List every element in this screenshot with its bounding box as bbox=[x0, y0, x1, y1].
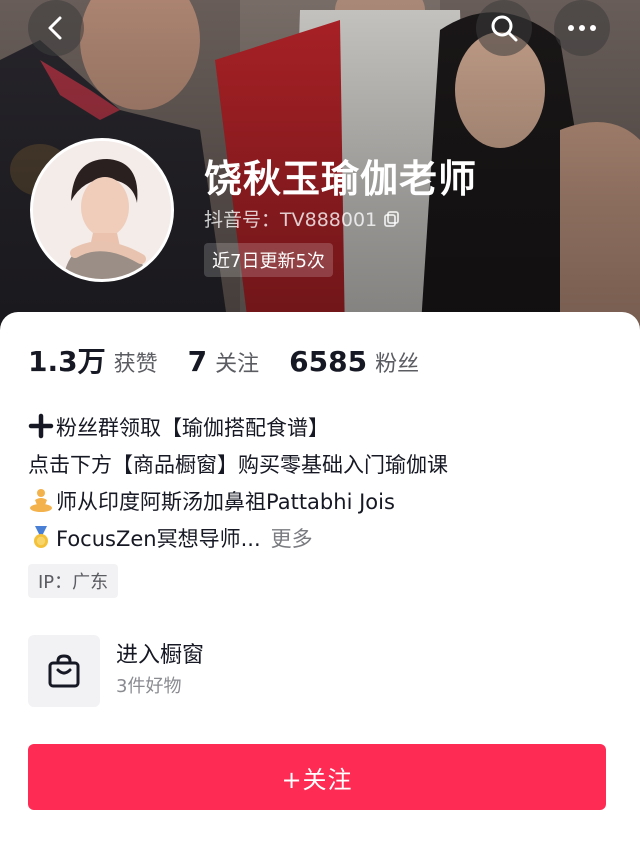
ip-location-tag: IP：广东 bbox=[28, 564, 119, 598]
bio-text: 粉丝群领取【瑜伽搭配食谱】 bbox=[56, 416, 329, 440]
search-icon bbox=[491, 15, 518, 42]
shop-window-entry[interactable]: 进入橱窗 3件好物 bbox=[28, 634, 428, 708]
stat-value: 1.3万 bbox=[28, 345, 106, 378]
bio-more-link[interactable]: 更多 bbox=[271, 527, 313, 551]
stats-row: 1.3万 获赞 7 关注 6585 粉丝 bbox=[28, 340, 449, 380]
stat-following[interactable]: 7 关注 bbox=[188, 345, 260, 378]
bio-text: FocusZen冥想导师... bbox=[56, 527, 261, 551]
douyin-id-row[interactable]: 抖音号：TV888001 bbox=[204, 205, 401, 232]
stat-label: 粉丝 bbox=[375, 352, 420, 377]
stat-value: 7 bbox=[187, 345, 208, 378]
stat-likes[interactable]: 1.3万 获赞 bbox=[28, 340, 158, 380]
more-button[interactable] bbox=[554, 0, 610, 56]
bio-line: 点击下方【商品橱窗】购买零基础入门瑜伽课 bbox=[28, 447, 618, 484]
back-button[interactable] bbox=[28, 0, 84, 56]
shopping-bag-icon bbox=[48, 654, 80, 688]
follow-button[interactable]: +关注 bbox=[28, 744, 606, 810]
stat-value: 6585 bbox=[289, 345, 368, 378]
profile-header: 饶秋玉瑜伽老师 抖音号：TV888001 近7日更新5次 bbox=[0, 0, 640, 340]
search-button[interactable] bbox=[476, 0, 532, 56]
bio-line: 粉丝群领取【瑜伽搭配食谱】 bbox=[28, 410, 618, 447]
more-dots-icon bbox=[568, 25, 596, 31]
bio-line: FocusZen冥想导师... 更多 bbox=[28, 521, 618, 558]
chevron-left-icon bbox=[48, 16, 62, 40]
nickname: 饶秋玉瑜伽老师 bbox=[204, 157, 478, 201]
douyin-id: 抖音号：TV888001 bbox=[204, 209, 378, 231]
shop-icon-box bbox=[28, 635, 100, 707]
shop-text: 进入橱窗 3件好物 bbox=[116, 640, 204, 702]
copy-icon[interactable] bbox=[383, 210, 401, 228]
bio: 粉丝群领取【瑜伽搭配食谱】 点击下方【商品橱窗】购买零基础入门瑜伽课 师从印度阿… bbox=[28, 410, 618, 558]
avatar-image bbox=[33, 141, 171, 279]
avatar[interactable] bbox=[30, 138, 174, 282]
plus-emoji-icon bbox=[28, 413, 54, 439]
bio-text: 师从印度阿斯汤加鼻祖Pattabhi Jois bbox=[56, 490, 395, 514]
profile-card: 1.3万 获赞 7 关注 6585 粉丝 粉丝群领取【瑜伽搭配食谱】 点击下方【… bbox=[0, 312, 640, 857]
shop-subtitle: 3件好物 bbox=[116, 676, 182, 697]
shop-title: 进入橱窗 bbox=[116, 643, 205, 668]
bio-text: 点击下方【商品橱窗】购买零基础入门瑜伽课 bbox=[28, 453, 448, 477]
stat-followers[interactable]: 6585 粉丝 bbox=[289, 345, 419, 378]
update-badge[interactable]: 近7日更新5次 bbox=[204, 243, 333, 277]
meditation-emoji-icon bbox=[30, 489, 52, 512]
bio-line: 师从印度阿斯汤加鼻祖Pattabhi Jois bbox=[28, 484, 618, 521]
stat-label: 关注 bbox=[215, 352, 260, 377]
stat-label: 获赞 bbox=[113, 352, 158, 377]
medal-emoji-icon bbox=[34, 526, 48, 548]
